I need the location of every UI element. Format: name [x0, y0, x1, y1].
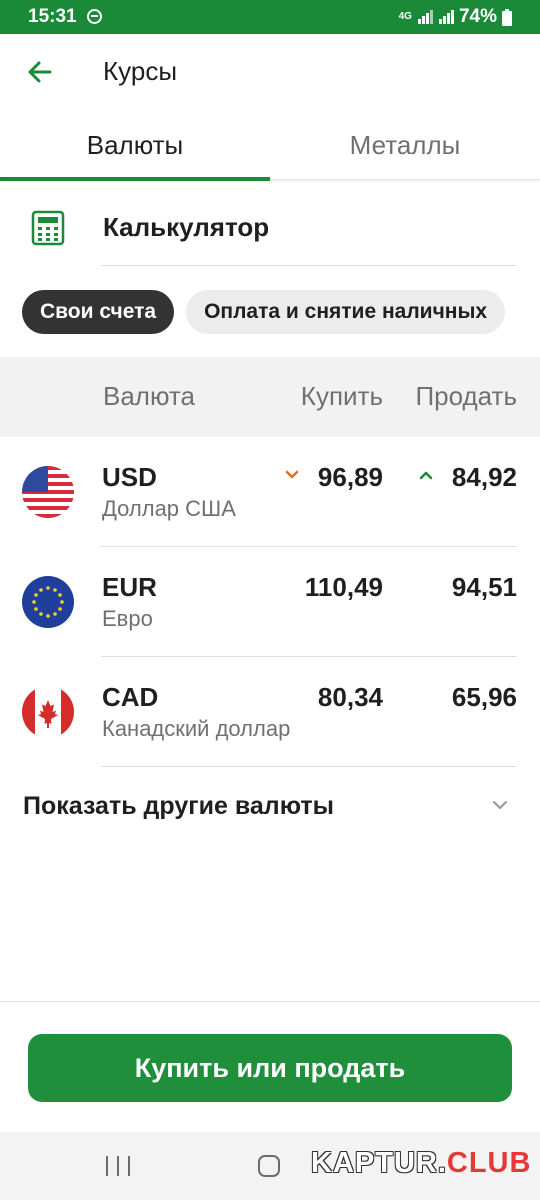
signal-icon-2: [438, 10, 454, 24]
battery-icon: [502, 8, 512, 26]
sell-rate: 65,96: [451, 682, 517, 712]
sell-rate: 84,92: [451, 462, 517, 492]
app-bar: Курсы: [0, 34, 540, 112]
system-nav-bar: KAPTUR.CLUB: [0, 1132, 540, 1200]
calculator-icon: [30, 210, 66, 251]
buy-rate: 80,34: [317, 682, 383, 712]
calculator-label: Калькулятор: [103, 212, 270, 242]
page-title: Курсы: [103, 56, 178, 86]
back-button[interactable]: [22, 54, 58, 90]
recent-apps-button[interactable]: [106, 1156, 130, 1176]
calculator-item[interactable]: Калькулятор: [0, 182, 540, 270]
ca-flag-icon: [22, 686, 74, 738]
currency-name: Канадский доллар: [102, 716, 291, 741]
chip-own-accounts[interactable]: Свои счета: [22, 290, 175, 334]
table-row-cad[interactable]: CAD Канадский доллар 80,34 65,96: [0, 657, 540, 767]
show-more-label: Показать другие валюты: [23, 792, 335, 820]
watermark-logo: KAPTUR.CLUB: [311, 1147, 531, 1180]
status-time: 15:31: [28, 6, 77, 27]
buy-or-sell-button[interactable]: Купить или продать: [28, 1034, 512, 1102]
currency-name: Евро: [102, 606, 153, 631]
column-header-buy: Купить: [300, 381, 383, 411]
column-header-sell: Продать: [415, 381, 517, 411]
arrow-left-icon: [28, 61, 52, 83]
table-row-eur[interactable]: EUR Евро 110,49 94,51: [0, 547, 540, 657]
battery-percent: 74%: [458, 6, 497, 27]
account-type-chips: Свои счета Оплата и снятие наличных: [22, 290, 506, 334]
sell-rate: 94,51: [451, 572, 517, 602]
watermark-part1: KAPTUR.: [311, 1147, 447, 1179]
chevron-down-icon: [492, 800, 508, 810]
currency-code: EUR: [102, 572, 157, 602]
column-header-currency: Валюта: [103, 381, 195, 411]
table-row-usd[interactable]: USD Доллар США 96,89 84,92: [0, 437, 540, 547]
tab-bar: Валюты Металлы: [0, 112, 540, 181]
eu-flag-icon: [22, 576, 74, 628]
divider: [0, 1001, 540, 1002]
tab-currencies[interactable]: Валюты: [0, 112, 270, 181]
signal-icon: [417, 10, 433, 24]
trend-up-icon: [419, 471, 433, 480]
home-button[interactable]: [258, 1155, 280, 1177]
currency-code: CAD: [102, 682, 159, 712]
buy-rate: 96,89: [317, 462, 383, 492]
currency-name: Доллар США: [102, 496, 236, 521]
tab-metals[interactable]: Металлы: [270, 112, 540, 180]
buy-rate: 110,49: [304, 572, 383, 602]
network-type: 4G: [398, 11, 412, 22]
rates-table-header: Валюта Купить Продать: [0, 357, 540, 437]
status-indicators: 4G 74%: [399, 6, 512, 28]
currency-code: USD: [102, 462, 157, 492]
chip-payment-cash[interactable]: Оплата и снятие наличных: [186, 290, 506, 334]
trend-down-icon: [285, 470, 299, 479]
divider: [101, 766, 517, 767]
us-flag-icon: [22, 466, 74, 518]
status-bar: 15:31 4G 74%: [0, 0, 540, 34]
watermark-part2: CLUB: [446, 1147, 532, 1179]
divider: [101, 265, 517, 266]
do-not-disturb-icon: [87, 9, 102, 24]
show-more-currencies[interactable]: Показать другие валюты: [0, 768, 540, 848]
